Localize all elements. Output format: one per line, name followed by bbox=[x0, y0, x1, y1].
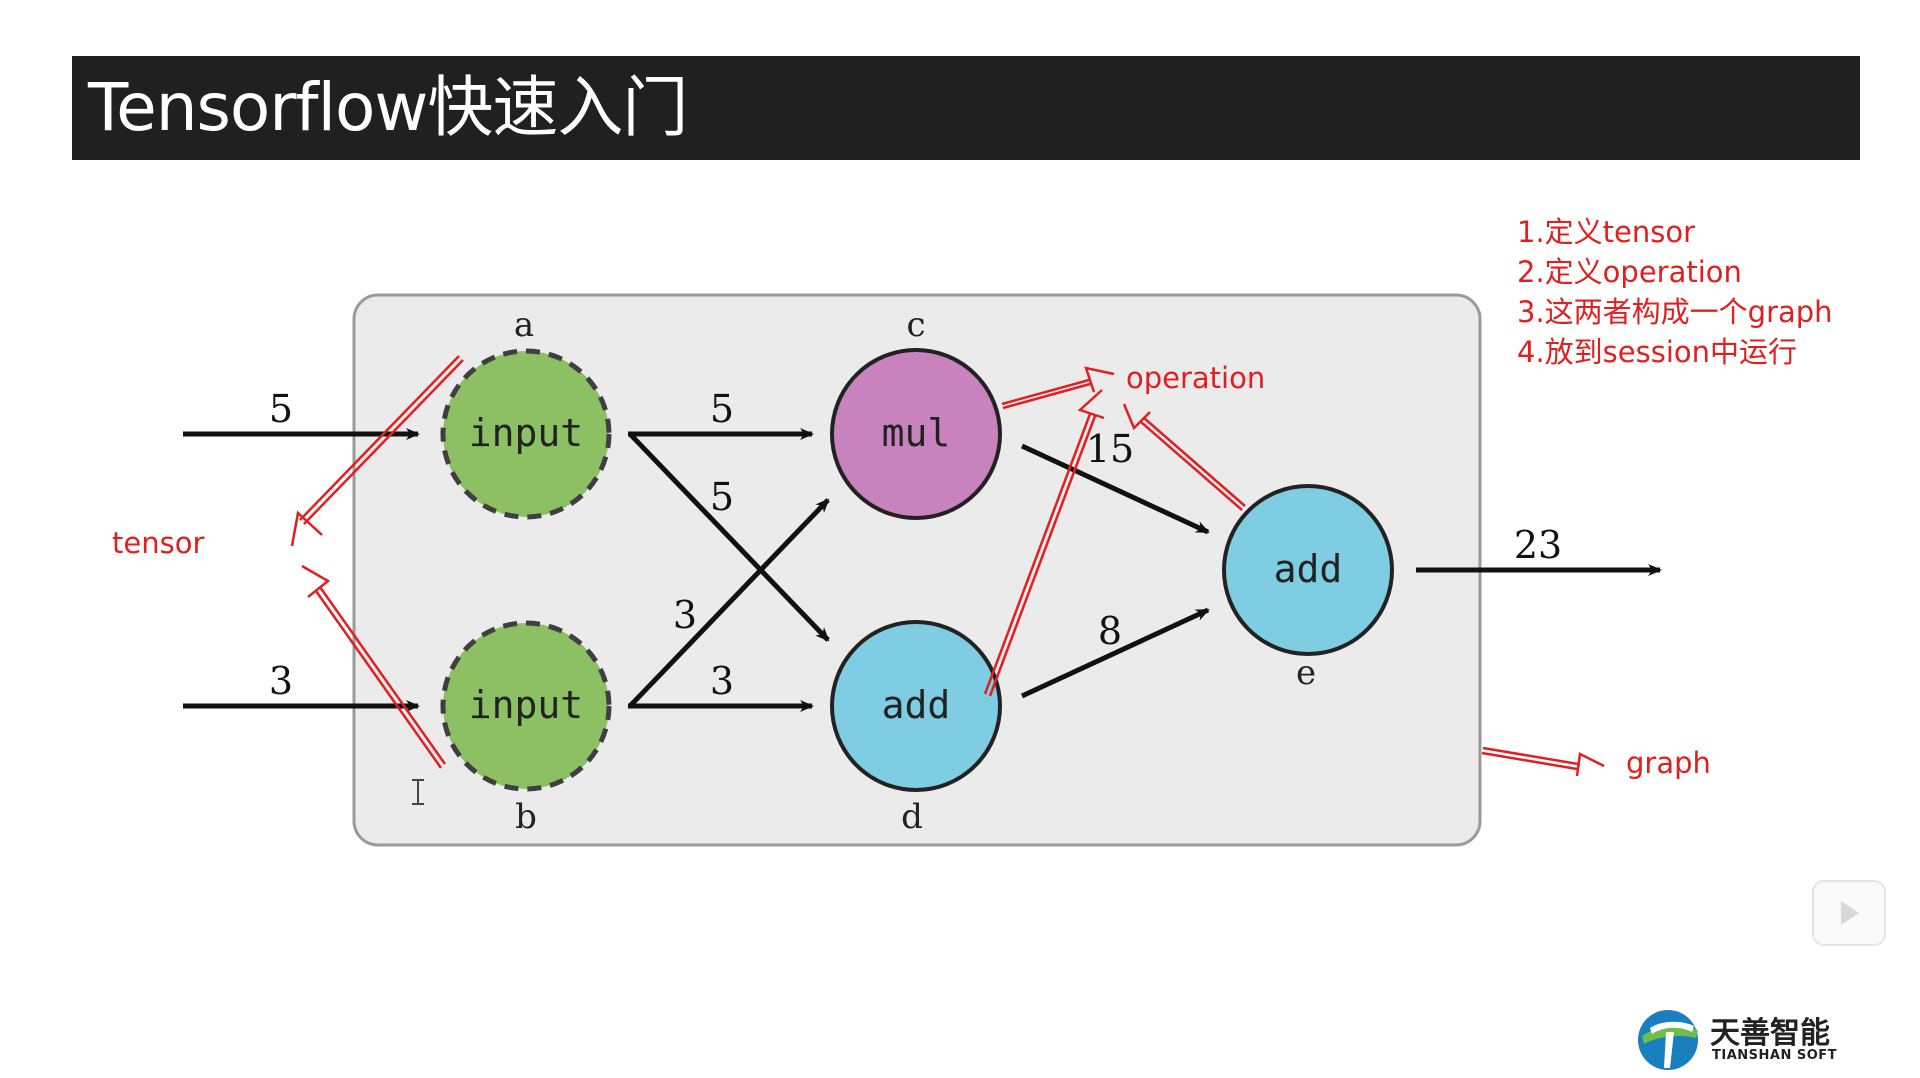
node-d-label: add bbox=[882, 683, 951, 727]
logo-chinese-name: 天善智能 bbox=[1710, 1016, 1830, 1051]
node-a-label: input bbox=[469, 411, 583, 455]
slide: Tensorflow快速入门 5 3 5 5 3 3 15 8 23 input… bbox=[0, 0, 1920, 1078]
tianshan-logo: 天善智能 TIANSHAN SOFT bbox=[1630, 1006, 1880, 1072]
step-item: 2.定义operation bbox=[1517, 255, 1742, 289]
edge-label-output: 23 bbox=[1514, 523, 1562, 567]
edge-label-d-e: 8 bbox=[1098, 609, 1122, 653]
annotation-operation: operation bbox=[1126, 361, 1266, 395]
play-button[interactable] bbox=[1812, 880, 1886, 946]
node-c-label: mul bbox=[882, 411, 951, 455]
edge-label-b-d: 3 bbox=[710, 659, 734, 703]
steps-list: 1.定义tensor 2.定义operation 3.这两者构成一个graph … bbox=[1517, 212, 1833, 372]
edge-label-c-e: 15 bbox=[1086, 427, 1134, 471]
graph-arrow bbox=[1481, 746, 1605, 777]
computation-graph-diagram: 5 3 5 5 3 3 15 8 23 input input mul add … bbox=[183, 293, 1662, 847]
edge-label-a-c: 5 bbox=[710, 387, 734, 431]
step-item: 4.放到session中运行 bbox=[1517, 335, 1798, 369]
logo-globe-icon bbox=[1638, 1010, 1698, 1070]
logo-english-name: TIANSHAN SOFT bbox=[1712, 1048, 1838, 1063]
edge-label-b-c: 3 bbox=[673, 593, 697, 637]
node-e-label: add bbox=[1274, 547, 1343, 591]
edge-label-a-d: 5 bbox=[710, 475, 734, 519]
node-c-letter: c bbox=[906, 305, 925, 345]
annotation-graph: graph bbox=[1626, 746, 1711, 780]
edge-label-in-a: 5 bbox=[269, 387, 293, 431]
node-a-letter: a bbox=[514, 305, 534, 345]
node-b-letter: b bbox=[515, 797, 537, 837]
edge-label-in-b: 3 bbox=[269, 659, 293, 703]
step-item: 3.这两者构成一个graph bbox=[1517, 295, 1833, 329]
node-d-letter: d bbox=[901, 797, 923, 837]
step-item: 1.定义tensor bbox=[1517, 215, 1696, 249]
node-e-letter: e bbox=[1296, 653, 1316, 693]
annotation-tensor: tensor bbox=[112, 526, 205, 560]
node-b-label: input bbox=[469, 683, 583, 727]
